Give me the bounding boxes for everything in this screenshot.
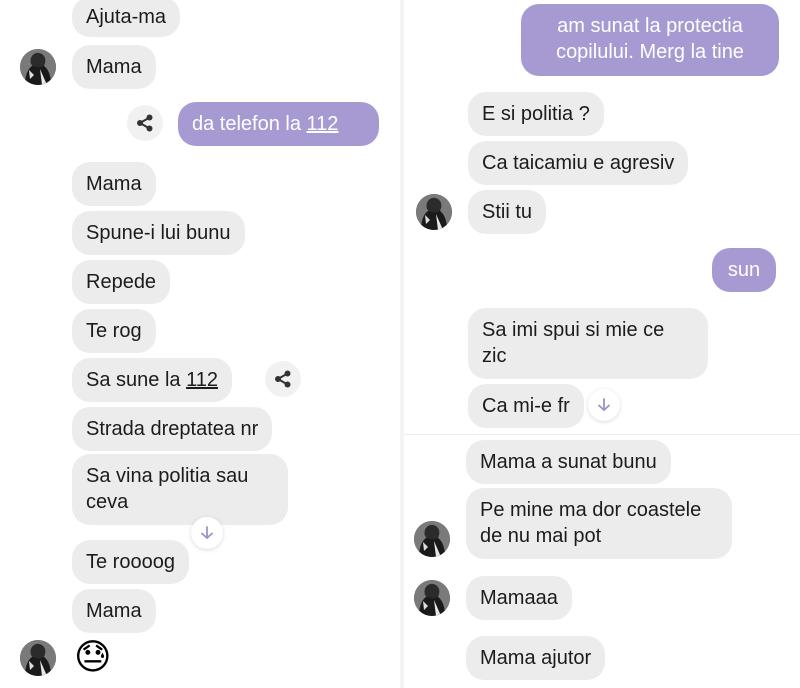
right-chat-screenshot: am sunat la protectia copilului. Merg la…	[404, 0, 800, 688]
message-bubble: Stii tu	[468, 190, 547, 234]
message-bubble: Strada dreptatea nr	[72, 407, 273, 451]
message-text: Mama a sunat bunu	[480, 451, 657, 473]
message-text: E si politia ?	[482, 103, 590, 125]
message-bubble: Ca mi-e fr	[468, 384, 584, 428]
message-text: Te rog	[86, 320, 142, 342]
message-text: Mama ajutor	[480, 647, 592, 669]
message-text: Ca taicamiu e agresiv	[482, 152, 675, 174]
scroll-down-arrow-icon	[199, 525, 215, 541]
avatar[interactable]	[414, 580, 450, 616]
message-text: Repede	[86, 271, 157, 293]
message-bubble: Repede	[72, 260, 171, 304]
avatar[interactable]	[414, 521, 450, 557]
message-bubble: Mamaaa	[466, 576, 572, 620]
screenshot-divider	[404, 434, 800, 435]
message-text: Ca mi-e fr	[482, 395, 570, 417]
message-bubble: Sa imi spui si mie ce zic	[468, 308, 708, 379]
message-text: Stii tu	[482, 201, 533, 223]
sent-message-bubble: da telefon la 112	[178, 102, 379, 146]
avatar[interactable]	[20, 49, 56, 85]
message-text: Mama	[86, 173, 142, 195]
message-bubble: Ajuta-ma	[72, 0, 181, 37]
sent-message-bubble: am sunat la protectia copilului. Merg la…	[521, 4, 779, 76]
message-text: Strada dreptatea nr	[86, 418, 259, 440]
message-bubble: Mama ajutor	[466, 636, 606, 680]
message-bubble: Pe mine ma dor coastele de nu mai pot	[466, 488, 732, 559]
message-bubble: Ca taicamiu e agresiv	[468, 141, 689, 185]
message-bubble: Sa vina politia sau ceva	[72, 454, 288, 525]
message-bubble: Mama	[72, 589, 156, 633]
message-text: Mama	[86, 600, 142, 622]
message-text: da telefon la	[192, 113, 307, 135]
message-bubble: Te roooog	[72, 540, 189, 584]
message-bubble: Mama	[72, 162, 156, 206]
scroll-down-arrow-icon	[596, 397, 612, 413]
message-bubble: Mama	[72, 45, 156, 89]
message-text: Sa vina politia sau ceva	[86, 465, 249, 513]
avatar[interactable]	[416, 194, 452, 230]
share-button[interactable]	[265, 361, 301, 397]
message-text: Mama	[86, 56, 142, 78]
emoji-text: 😓	[74, 636, 112, 677]
message-text: Te roooog	[86, 551, 175, 573]
share-button[interactable]	[127, 105, 163, 141]
emoji-message: 😓	[74, 635, 118, 679]
scroll-down-button[interactable]	[588, 389, 620, 421]
phone-number-link[interactable]: 112	[186, 369, 218, 391]
message-bubble: Mama a sunat bunu	[466, 440, 671, 484]
message-bubble: Te rog	[72, 309, 156, 353]
message-bubble: Sa sune la 112	[72, 358, 232, 402]
avatar[interactable]	[20, 640, 56, 676]
scroll-down-button[interactable]	[191, 517, 223, 549]
message-text: Ajuta-ma	[86, 6, 167, 28]
sent-message-bubble: sun	[712, 248, 776, 292]
message-text: Mamaaa	[480, 587, 558, 609]
share-icon	[273, 369, 293, 389]
message-text: Spune-i lui bunu	[86, 222, 231, 244]
share-icon	[135, 113, 155, 133]
message-text: Sa imi spui si mie ce zic	[482, 319, 665, 367]
message-text: am sunat la protectia copilului. Merg la…	[556, 15, 744, 63]
message-bubble: Spune-i lui bunu	[72, 211, 245, 255]
phone-number-link[interactable]: 112	[307, 113, 339, 135]
left-chat-screenshot: Ajuta-ma Mama da telefon la 112 Mama Spu…	[0, 0, 400, 688]
message-text: sun	[727, 259, 761, 281]
message-bubble: E si politia ?	[468, 92, 604, 136]
message-text: Pe mine ma dor coastele de nu mai pot	[480, 499, 702, 547]
message-text: Sa sune la	[86, 369, 187, 391]
redaction-patch	[290, 414, 334, 444]
